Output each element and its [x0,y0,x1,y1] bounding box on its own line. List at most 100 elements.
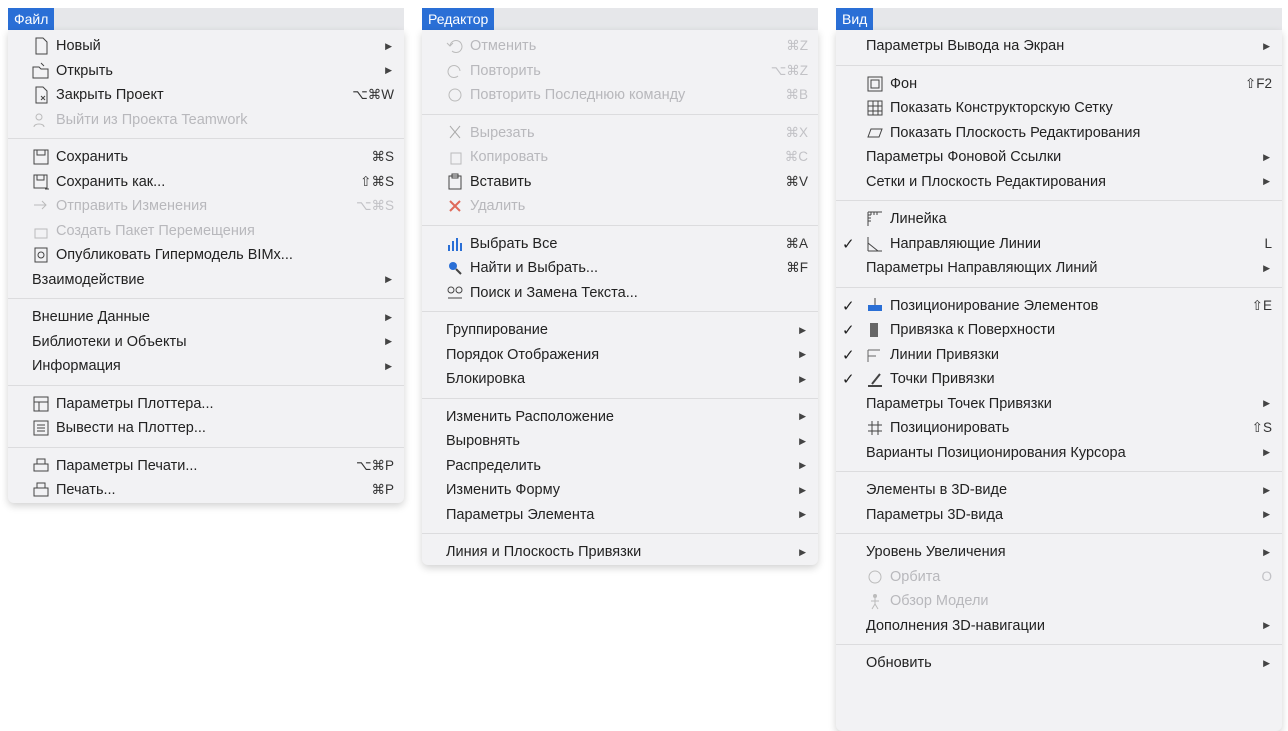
menu-item-label: Открыть [56,62,113,79]
shortcut-label: ⌘C [784,149,808,165]
menu-item[interactable]: Показать Плоскость Редактирования [836,121,1282,146]
menu-separator [422,533,818,534]
menu-title-view[interactable]: Вид [836,8,874,30]
menu-item[interactable]: Уровень Увеличения ▶ [836,540,1282,565]
menu-item-label: Дополнения 3D-навигации [866,617,1045,634]
plotter-icon [32,419,52,437]
select-all-icon [446,235,466,253]
menu-item[interactable]: ✓ Линии Привязки [836,343,1282,368]
submenu-arrow-icon: ▶ [1263,262,1270,273]
menu-title-edit[interactable]: Редактор [422,8,495,30]
menu-item[interactable]: Открыть ▶ [8,59,404,84]
menu-item: Орбита O [836,565,1282,590]
guide-lines-icon [866,235,886,253]
menu-item[interactable]: Изменить Расположение ▶ [422,405,818,430]
print-settings-icon [32,457,52,475]
menu-item[interactable]: Опубликовать Гипермодель BIMx... [8,243,404,268]
menu-separator [836,64,1282,66]
menu-item[interactable]: Параметры Плоттера... [8,392,404,417]
grid-icon [866,99,886,117]
menu-item-label: Элементы в 3D-виде [866,482,1008,499]
menu-item: Повторить ⌥⌘Z [422,59,818,84]
view-menu: Параметры Вывода на Экран ▶ Фон ⇧F2 Показать… [836,30,1282,731]
menu-item[interactable]: ✓ Позиционирование Элементов ⇧E [836,294,1282,319]
menu-item[interactable]: Обновить ▶ [836,651,1282,676]
menu-item[interactable]: Выровнять ▶ [422,429,818,454]
menu-item[interactable]: Вставить ⌘V [422,170,818,195]
menubar-view: Вид [836,8,1282,30]
new-file-icon [32,37,52,55]
menu-item[interactable]: Параметры 3D-вида ▶ [836,503,1282,528]
plotter-settings-icon [32,395,52,413]
menu-item[interactable]: Группирование ▶ [422,318,818,343]
menu-item-label: Уровень Увеличения [866,544,1006,561]
shortcut-label: ⌥⌘Z [770,62,808,78]
shortcut-label: L [1264,236,1272,252]
menu-item[interactable]: Линейка [836,207,1282,232]
menu-item[interactable]: Новый ▶ [8,34,404,59]
menu-item: Повторить Последнюю команду ⌘B [422,83,818,108]
paste-icon [446,173,466,191]
menu-item[interactable]: Порядок Отображения ▶ [422,343,818,368]
menu-separator [836,286,1282,288]
menu-item[interactable]: Параметры Точек Привязки ▶ [836,392,1282,417]
menu-title-file[interactable]: Файл [8,8,55,30]
menu-item[interactable]: Библиотеки и Объекты ▶ [8,330,404,355]
menu-item[interactable]: Печать... ⌘P [8,478,404,503]
menu-item[interactable]: Параметры Печати... ⌥⌘P [8,454,404,479]
menu-item[interactable]: Параметры Фоновой Ссылки ▶ [836,145,1282,170]
menubar-file: Файл [8,8,404,30]
delete-icon [446,197,466,215]
menu-item[interactable]: ✓ Точки Привязки [836,367,1282,392]
menu-item[interactable]: Показать Конструкторскую Сетку [836,96,1282,121]
orbit-icon [866,568,886,586]
menu-item[interactable]: Дополнения 3D-навигации ▶ [836,614,1282,639]
ruler-icon [866,210,886,228]
shortcut-label: ⇧E [1251,297,1272,313]
menu-item[interactable]: Распределить ▶ [422,454,818,479]
menu-item[interactable]: Фон ⇧F2 [836,72,1282,97]
submenu-arrow-icon: ▶ [799,546,806,557]
menu-item[interactable]: Выбрать Все ⌘A [422,232,818,257]
menu-item[interactable]: Сохранить ⌘S [8,145,404,170]
menu-item-label: Взаимодействие [32,271,145,288]
menu-separator [836,471,1282,472]
menu-item[interactable]: ✓ Направляющие Линии L [836,232,1282,257]
menu-item[interactable]: Линия и Плоскость Привязки ▶ [422,540,818,565]
menu-item[interactable]: Параметры Направляющих Линий ▶ [836,256,1282,281]
checkmark-icon: ✓ [842,322,855,340]
checkmark-icon: ✓ [842,297,855,315]
menu-item-label: Внешние Данные [32,309,150,326]
menu-item: Обзор Модели [836,589,1282,614]
menu-item[interactable]: Изменить Форму ▶ [422,478,818,503]
snap-lines-icon [866,346,886,364]
menu-item-label: Опубликовать Гипермодель BIMx... [56,247,293,264]
menu-item[interactable]: Варианты Позиционирования Курсора ▶ [836,441,1282,466]
menu-item[interactable]: Параметры Элемента ▶ [422,503,818,528]
menu-item[interactable]: Внешние Данные ▶ [8,305,404,330]
submenu-arrow-icon: ▶ [799,349,806,360]
menu-item[interactable]: Найти и Выбрать... ⌘F [422,256,818,281]
menu-item[interactable]: Сетки и Плоскость Редактирования ▶ [836,170,1282,195]
menu-item[interactable]: Вывести на Плоттер... [8,416,404,441]
menu-item-label: Повторить Последнюю команду [470,87,686,104]
find-replace-icon [446,284,466,302]
menu-item[interactable]: Информация ▶ [8,354,404,379]
menu-item[interactable]: Блокировка ▶ [422,367,818,392]
menu-item-label: Параметры Точек Привязки [866,395,1052,412]
menu-item-label: Выбрать Все [470,235,558,252]
menu-item[interactable]: Сохранить как... ⇧⌘S [8,170,404,195]
menu-item[interactable]: ✓ Привязка к Поверхности [836,318,1282,343]
menu-item[interactable]: Параметры Вывода на Экран ▶ [836,34,1282,59]
menu-item[interactable]: Взаимодействие ▶ [8,268,404,293]
shortcut-label: ⌘X [785,124,808,140]
submenu-arrow-icon: ▶ [385,311,392,322]
submenu-arrow-icon: ▶ [385,360,392,371]
menu-item[interactable]: Поиск и Замена Текста... [422,281,818,306]
submenu-arrow-icon: ▶ [1263,40,1270,51]
menu-item: Выйти из Проекта Teamwork [8,108,404,133]
menu-item[interactable]: Элементы в 3D-виде ▶ [836,478,1282,503]
menu-item[interactable]: Закрыть Проект ⌥⌘W [8,83,404,108]
menu-item[interactable]: Позиционировать ⇧S [836,416,1282,441]
background-icon [866,75,886,93]
